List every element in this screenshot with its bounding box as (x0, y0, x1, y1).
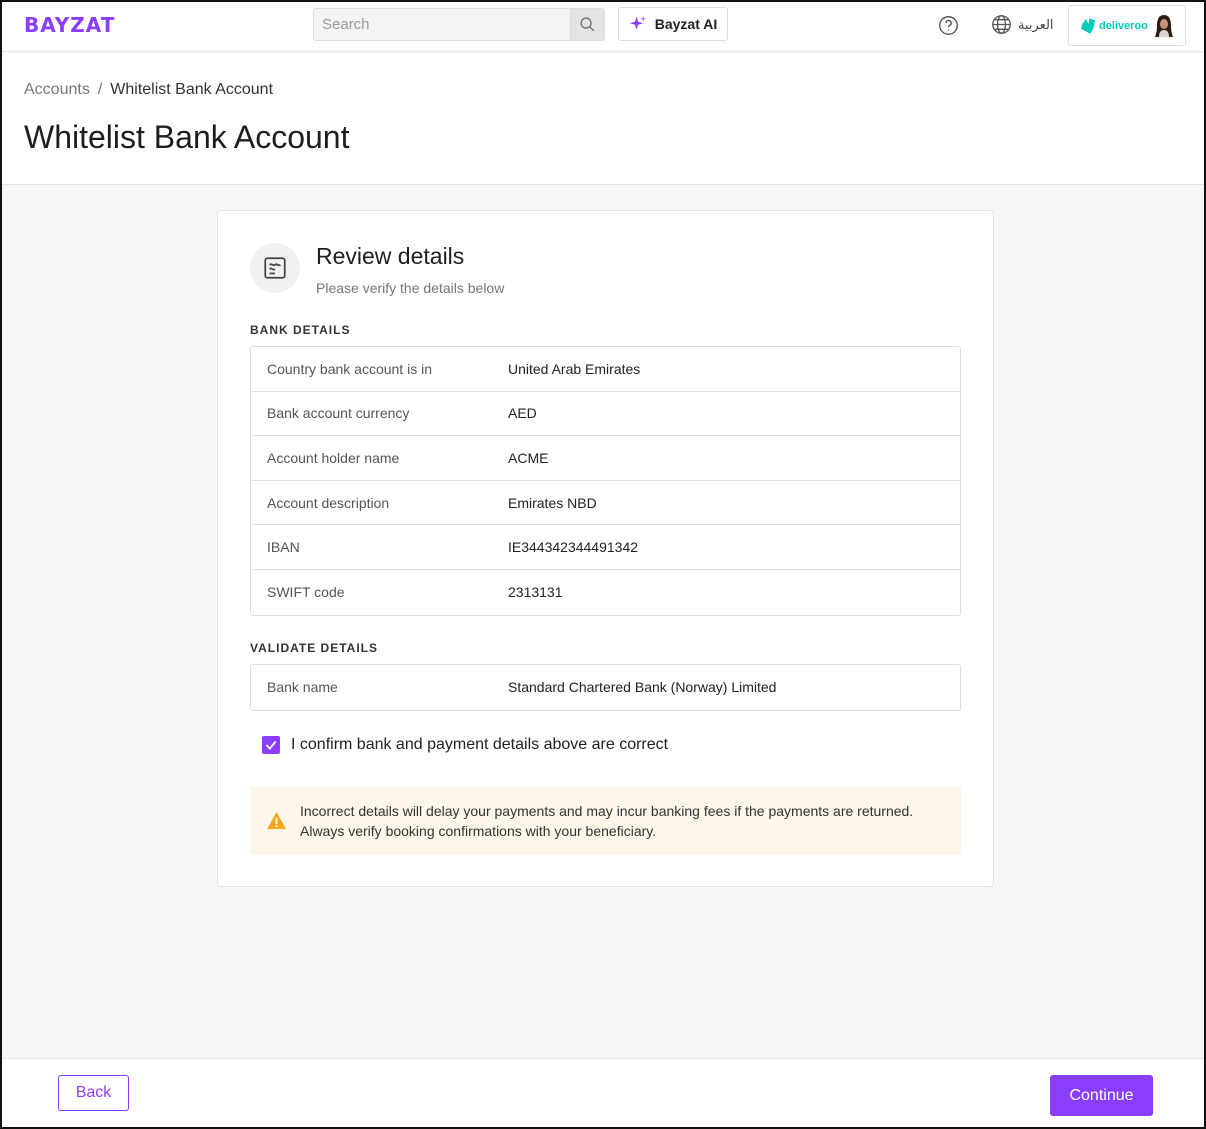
bayzat-ai-button[interactable]: Bayzat AI (618, 7, 728, 41)
table-row: Bank name Standard Chartered Bank (Norwa… (251, 665, 960, 710)
account-menu[interactable]: deliveroo (1068, 5, 1186, 46)
deliveroo-logo-icon (1081, 17, 1095, 34)
row-label: IBAN (267, 539, 300, 556)
company-name: deliveroo (1099, 19, 1148, 32)
breadcrumb-accounts[interactable]: Accounts (24, 81, 90, 99)
row-label: Account description (267, 494, 390, 511)
bayzat-ai-label: Bayzat AI (654, 16, 718, 32)
row-value: Emirates NBD (508, 494, 597, 511)
card-subtitle: Please verify the details below (316, 280, 505, 296)
search-button[interactable] (570, 9, 604, 40)
bank-details-table: Country bank account is in United Arab E… (250, 346, 961, 616)
table-row: IBAN IE344342344491342 (251, 525, 960, 570)
table-row: Account description Emirates NBD (251, 481, 960, 526)
breadcrumb: Accounts / Whitelist Bank Account (24, 81, 273, 99)
language-label: العربية (1018, 16, 1054, 32)
breadcrumb-current: Whitelist Bank Account (110, 81, 274, 98)
confirm-checkbox-row[interactable]: I confirm bank and payment details above… (262, 736, 668, 754)
table-row: Country bank account is in United Arab E… (251, 347, 960, 392)
page-title: Whitelist Bank Account (24, 119, 350, 155)
row-value: 2313131 (508, 584, 563, 601)
warning-line-1: Incorrect details will delay your paymen… (300, 802, 914, 819)
top-bar: BAYZAT Bayzat AI (2, 2, 1204, 52)
row-label: Bank name (267, 679, 338, 696)
back-button[interactable]: Back (58, 1075, 129, 1111)
app-window: BAYZAT Bayzat AI (0, 0, 1206, 1129)
bayzat-logo[interactable]: BAYZAT (24, 13, 115, 37)
row-label: Account holder name (267, 449, 400, 466)
confirm-checkbox[interactable] (262, 736, 280, 754)
card-title: Review details (316, 243, 465, 269)
table-row: Bank account currency AED (251, 392, 960, 437)
row-label: Bank account currency (267, 405, 410, 422)
language-switcher[interactable]: العربية (991, 14, 1054, 35)
search-box (313, 8, 605, 41)
footer-bar: Back Continue (2, 1058, 1204, 1127)
row-value: IE344342344491342 (508, 539, 639, 556)
help-icon[interactable] (938, 15, 959, 36)
review-icon-wrapper (250, 243, 300, 293)
user-avatar (1155, 15, 1173, 37)
warning-line-2: Always verify booking confirmations with… (300, 822, 657, 839)
row-value: Standard Chartered Bank (Norway) Limited (508, 679, 777, 696)
globe-icon (992, 15, 1011, 34)
row-value: ACME (508, 449, 549, 466)
table-row: SWIFT code 2313131 (251, 570, 960, 615)
search-input[interactable] (314, 9, 570, 40)
confirm-label: I confirm bank and payment details above… (291, 736, 669, 753)
page-header: Accounts / Whitelist Bank Account Whitel… (2, 53, 1204, 185)
validate-details-table: Bank name Standard Chartered Bank (Norwa… (250, 664, 961, 711)
breadcrumb-separator: / (97, 81, 103, 98)
document-review-icon (264, 257, 286, 279)
review-card: Review details Please verify the details… (217, 210, 994, 887)
warning-text: Incorrect details will delay your paymen… (300, 801, 913, 841)
warning-banner: Incorrect details will delay your paymen… (250, 786, 961, 855)
row-value: United Arab Emirates (508, 360, 641, 377)
continue-button[interactable]: Continue (1050, 1075, 1153, 1116)
row-label: SWIFT code (267, 584, 345, 601)
row-value: AED (508, 405, 537, 422)
checkmark-icon (265, 740, 277, 750)
sparkle-icon (629, 15, 646, 30)
bank-details-heading: BANK DETAILS (250, 323, 351, 337)
table-row: Account holder name ACME (251, 436, 960, 481)
warning-icon (267, 811, 286, 830)
row-label: Country bank account is in (267, 360, 432, 377)
search-icon (580, 17, 595, 32)
validate-details-heading: VALIDATE DETAILS (250, 641, 378, 655)
